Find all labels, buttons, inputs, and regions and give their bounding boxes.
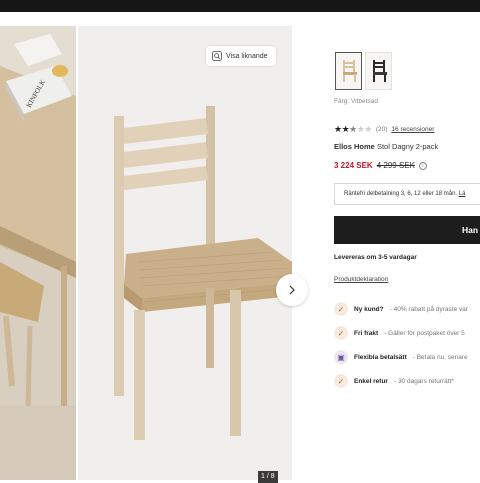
show-similar-label: Visa liknande	[226, 52, 268, 60]
main-product-image[interactable]	[78, 26, 292, 480]
browser-top-bar	[0, 0, 480, 12]
perk-title: Ny kund?	[354, 305, 384, 313]
price-row: 3 224 SEK 4 299 SEK i	[334, 161, 427, 170]
show-similar-button[interactable]: Visa liknande	[206, 46, 276, 66]
chair-illustration	[78, 26, 292, 480]
wallet-icon: ▣	[334, 350, 348, 364]
camera-search-icon	[212, 51, 222, 61]
check-icon: ✓	[334, 326, 348, 340]
perk-description: - 30 dagars returrätt*	[393, 377, 454, 385]
product-declaration-link[interactable]: Produktdeklaration	[334, 276, 388, 283]
star-rating: ★★★★★	[334, 124, 372, 134]
variant-light-wood[interactable]	[335, 52, 362, 90]
perk-title: Fri frakt	[354, 329, 379, 337]
lifestyle-image[interactable]: KINFOLK	[0, 26, 76, 480]
variant-black[interactable]	[365, 52, 392, 90]
current-price: 3 224 SEK	[334, 161, 373, 170]
perk-description: - 40% rabatt på dyraste var	[389, 305, 469, 313]
original-price: 4 299 SEK	[376, 161, 415, 170]
image-counter: 1 / 8	[258, 471, 278, 483]
installment-text: Räntefri delbetalning 3, 6, 12 eller 18 …	[344, 191, 458, 197]
color-label: Färg: Vitbetsad	[334, 98, 378, 105]
next-image-button[interactable]	[276, 274, 308, 306]
perk-title: Enkel retur	[354, 377, 388, 385]
reviews-link[interactable]: 16 recensioner	[391, 126, 434, 133]
check-icon: ✓	[334, 374, 348, 388]
perk-description: - Gäller för postpaket över 5	[384, 329, 465, 337]
delivery-info: Levereras om 3-5 vardagar	[334, 254, 417, 261]
brand-name[interactable]: Ellos Home	[334, 142, 375, 151]
rating-row[interactable]: ★★★★★ (20) 16 recensioner	[334, 124, 434, 135]
installment-banner: Räntefri delbetalning 3, 6, 12 eller 18 …	[334, 183, 480, 205]
chair-thumbnail-icon	[372, 60, 387, 82]
perk-title: Flexibla betalsätt	[354, 353, 407, 361]
perk-new-customer[interactable]: ✓ Ny kund? - 40% rabatt på dyraste var	[334, 301, 468, 317]
perk-easy-return[interactable]: ✓ Enkel retur - 30 dagars returrätt*	[334, 373, 454, 389]
product-title: Ellos Home Stol Dagny 2-pack	[334, 142, 438, 151]
chair-thumbnail-icon	[342, 60, 357, 82]
check-icon: ✓	[334, 302, 348, 316]
product-name: Stol Dagny 2-pack	[376, 142, 439, 151]
rating-count: (20)	[375, 126, 388, 133]
lifestyle-illustration: KINFOLK	[0, 26, 76, 480]
perk-flexible-payment[interactable]: ▣ Flexibla betalsätt - Betala nu, senare	[334, 349, 468, 365]
info-icon[interactable]: i	[418, 161, 427, 170]
perk-free-shipping[interactable]: ✓ Fri frakt - Gäller för postpaket över …	[334, 325, 465, 341]
chevron-right-icon	[289, 285, 295, 295]
installment-read-more-link[interactable]: Lä	[459, 191, 466, 197]
perk-description: - Betala nu, senare	[412, 353, 468, 361]
add-to-cart-button[interactable]: Han	[334, 216, 480, 244]
